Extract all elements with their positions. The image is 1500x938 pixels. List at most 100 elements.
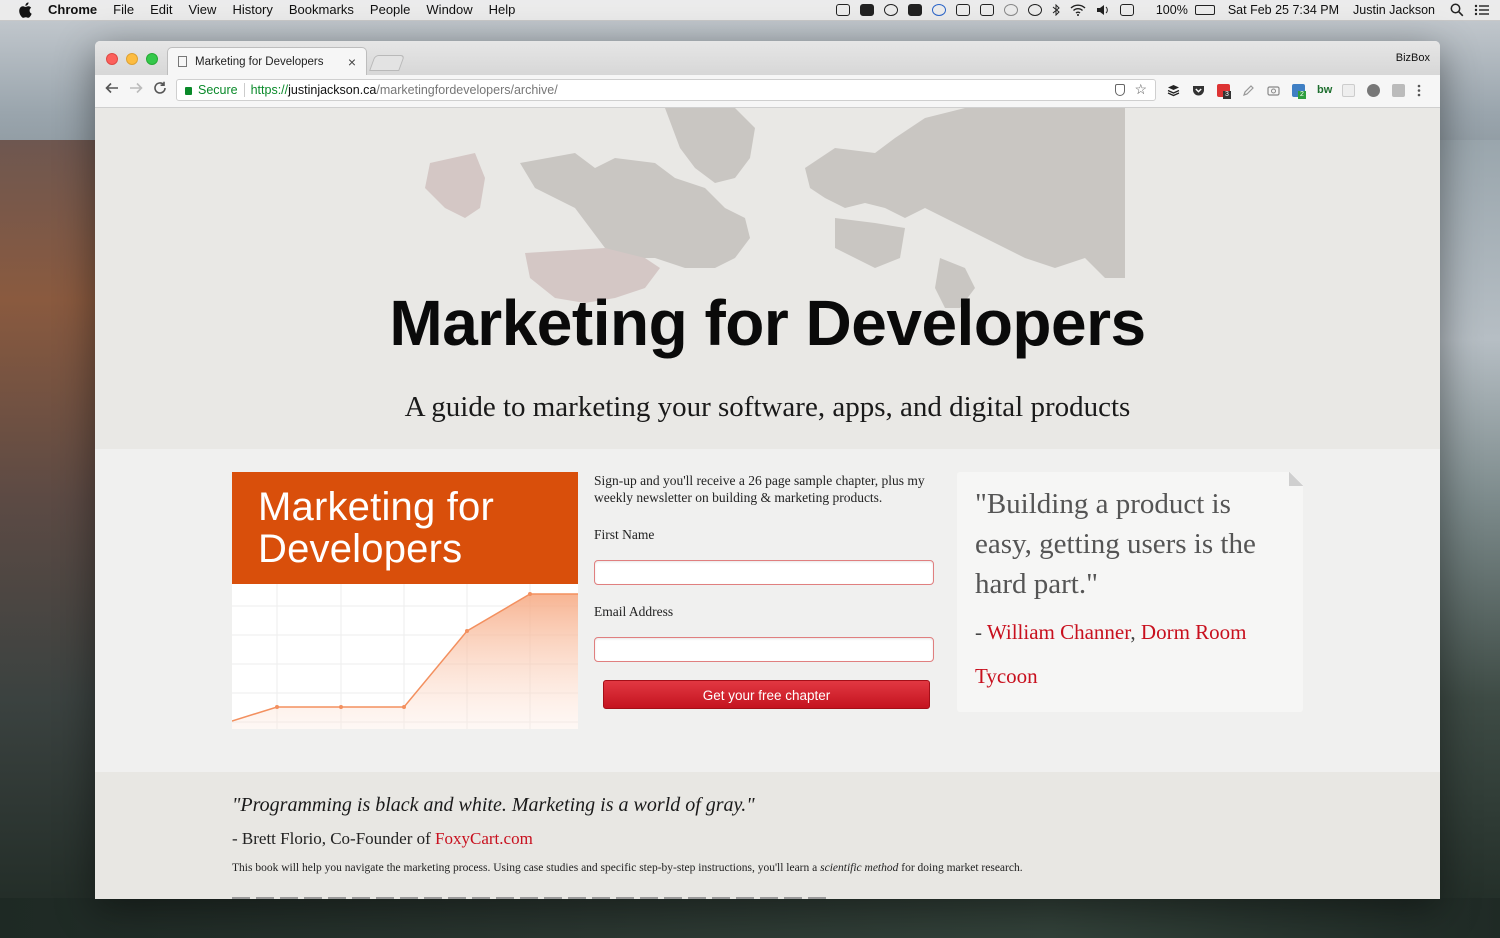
page-title: Marketing for Developers (389, 287, 1146, 359)
get-free-chapter-button[interactable]: Get your free chapter (603, 680, 930, 709)
address-bar[interactable]: Secure https:// justinjackson.ca /market… (176, 79, 1156, 101)
address-separator (243, 83, 245, 97)
battery-percent: 100% (1155, 3, 1188, 17)
app-circle-icon[interactable] (931, 4, 946, 16)
profile-button[interactable]: BizBox (1396, 52, 1430, 64)
pocket-extension-icon[interactable] (1192, 84, 1205, 97)
bw-extension-icon[interactable]: bw (1317, 84, 1332, 96)
new-tab-button[interactable] (369, 55, 405, 71)
foxycart-link[interactable]: FoxyCart.com (435, 829, 533, 848)
apple-icon[interactable] (18, 2, 32, 18)
sync-icon[interactable] (1003, 4, 1018, 16)
menu-bookmarks[interactable]: Bookmarks (289, 0, 354, 20)
blocked-content-icon[interactable] (1115, 84, 1125, 96)
page-favicon-icon (178, 56, 187, 67)
menu-bar: Chrome File Edit View History Bookmarks … (0, 0, 1500, 21)
buffer-extension-icon[interactable] (1167, 84, 1180, 97)
spotlight-search-icon[interactable] (1450, 3, 1464, 17)
menu-edit[interactable]: Edit (150, 0, 172, 20)
url-scheme: https:// (250, 83, 289, 97)
browser-toolbar: Secure https:// justinjackson.ca /market… (95, 75, 1440, 108)
book-description: This book will help you navigate the mar… (232, 862, 1023, 874)
bluetooth-icon[interactable] (1052, 3, 1060, 17)
forward-icon[interactable] (129, 81, 143, 100)
menu-help[interactable]: Help (489, 0, 516, 20)
page-subtitle: A guide to marketing your software, apps… (404, 391, 1131, 423)
back-icon[interactable] (105, 81, 119, 100)
first-name-label: First Name (594, 527, 655, 542)
menu-view[interactable]: View (188, 0, 216, 20)
fb-extension-icon[interactable] (1392, 84, 1405, 97)
minimize-window-button[interactable] (126, 53, 138, 65)
wifi-icon[interactable] (1070, 4, 1086, 16)
tab-title: Marketing for Developers (195, 55, 324, 68)
keyboard-icon[interactable] (1119, 4, 1134, 16)
url-host: justinjackson.ca (288, 83, 377, 97)
translate-extension-badge: 2 (1298, 91, 1306, 99)
browser-window: Marketing for Developers × BizBox Secure… (95, 41, 1440, 899)
desktop-wallpaper-left (0, 140, 100, 938)
blank-extension-icon[interactable] (1342, 84, 1355, 97)
menu-window[interactable]: Window (426, 0, 472, 20)
desktop-wallpaper-bottom (0, 898, 1500, 938)
cropped-text-line (232, 891, 832, 899)
pull-quote-author: - Brett Florio, Co-Founder of (232, 829, 436, 848)
bookmark-star-icon[interactable]: ☆ (1134, 81, 1147, 98)
volume-icon[interactable] (1096, 4, 1110, 16)
first-name-input[interactable] (594, 560, 934, 585)
web-page: Marketing for Developers A guide to mark… (95, 108, 1440, 899)
about-section: "Programming is black and white. Marketi… (95, 772, 1440, 899)
menu-bar-extras: 100% Sat Feb 25 7:34 PM Justin Jackson (831, 0, 1490, 20)
book-cover: Marketing for Developers (232, 472, 578, 729)
book-cover-title-line2: Developers (258, 527, 463, 571)
screenshot-extension-icon[interactable] (1267, 84, 1280, 97)
page-fold-corner (1289, 472, 1303, 486)
pencil-extension-icon[interactable] (1242, 84, 1255, 97)
desktop-wallpaper-right (1430, 140, 1500, 938)
lock-icon (185, 87, 192, 95)
reload-icon[interactable] (153, 81, 167, 100)
checkmark-icon[interactable] (883, 4, 898, 16)
email-label: Email Address (594, 604, 674, 619)
fullscreen-window-button[interactable] (146, 53, 158, 65)
cropped-text-line-fragment (232, 897, 832, 899)
battery-icon[interactable] (1194, 5, 1215, 15)
dropbox-icon[interactable] (979, 4, 994, 16)
window-controls (106, 53, 166, 65)
camera-icon[interactable] (907, 4, 922, 16)
pull-quote-attribution: - Brett Florio, Co-Founder of FoxyCart.c… (232, 829, 533, 849)
testimonial-comma: , (1130, 620, 1141, 644)
testimonial-card: "Building a product is easy, getting use… (957, 472, 1303, 712)
hero-section: Marketing for Developers A guide to mark… (95, 108, 1440, 449)
tab-active[interactable]: Marketing for Developers × (167, 47, 367, 75)
globe-extension-icon[interactable] (1367, 84, 1380, 97)
book-cover-growth-chart (232, 584, 578, 729)
menu-app-name[interactable]: Chrome (48, 0, 97, 20)
user-name[interactable]: Justin Jackson (1353, 3, 1435, 17)
tab-close-icon[interactable]: × (348, 54, 356, 70)
screen-record-icon[interactable] (835, 4, 850, 16)
status-app-icon[interactable] (859, 4, 874, 16)
email-input[interactable] (594, 637, 934, 662)
book-description-emphasis: scientific method (820, 862, 899, 874)
book-description-text: This book will help you navigate the mar… (232, 862, 821, 874)
status-tray (831, 3, 1139, 17)
close-window-button[interactable] (106, 53, 118, 65)
pull-quote: "Programming is black and white. Marketi… (232, 794, 755, 816)
book-cover-title: Marketing for Developers (258, 486, 494, 570)
book-description-end: for doing market research. (898, 862, 1023, 874)
notification-center-icon[interactable] (1474, 3, 1490, 17)
menu-file[interactable]: File (113, 0, 134, 20)
menu-people[interactable]: People (370, 0, 410, 20)
testimonial-attribution: - William Channer, Dorm Room Tycoon (975, 610, 1291, 698)
testimonial-quote: "Building a product is easy, getting use… (975, 488, 1256, 600)
clock[interactable]: Sat Feb 25 7:34 PM (1228, 3, 1339, 17)
testimonial-author-link[interactable]: William Channer (987, 620, 1131, 644)
mail-extension-badge: 3 (1223, 91, 1231, 99)
signup-intro: Sign-up and you'll receive a 26 page sam… (594, 473, 925, 505)
chrome-menu-icon[interactable] (1417, 84, 1421, 97)
record-icon[interactable] (955, 4, 970, 16)
tab-strip: Marketing for Developers × BizBox (95, 41, 1440, 75)
menu-history[interactable]: History (232, 0, 272, 20)
time-machine-icon[interactable] (1027, 4, 1042, 16)
